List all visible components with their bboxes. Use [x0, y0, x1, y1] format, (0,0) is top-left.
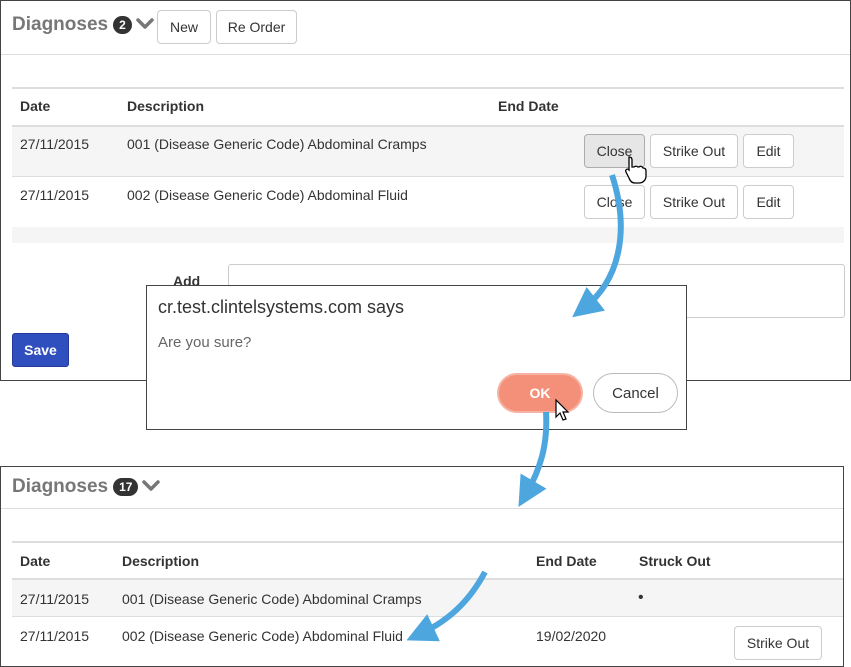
cancel-button[interactable]: Cancel [593, 373, 678, 413]
reorder-button[interactable]: Re Order [216, 10, 297, 44]
divider [1, 508, 843, 509]
chevron-down-icon[interactable] [136, 17, 154, 33]
row-date: 27/11/2015 [20, 187, 90, 203]
row-end-date: 19/02/2020 [536, 628, 607, 644]
dialog-title: cr.test.clintelsystems.com says [158, 297, 405, 317]
count-badge: 2 [113, 16, 132, 34]
strike-out-button[interactable]: Strike Out [650, 134, 738, 168]
page-title: Diagnoses [12, 476, 109, 497]
column-header-date[interactable]: Date [20, 553, 50, 569]
column-header-end-date[interactable]: End Date [498, 98, 559, 114]
row-description: 001 (Disease Generic Code) Abdominal Cra… [122, 591, 422, 607]
edit-button[interactable]: Edit [743, 185, 794, 219]
column-header-description[interactable]: Description [122, 553, 199, 569]
save-button[interactable]: Save [12, 333, 69, 367]
chevron-down-icon[interactable] [142, 479, 161, 495]
column-header-description[interactable]: Description [127, 98, 204, 114]
row-date: 27/11/2015 [20, 136, 90, 152]
divider [12, 541, 843, 543]
dialog-message: Are you sure? [158, 334, 252, 351]
close-button[interactable]: Close [584, 185, 645, 219]
row-description: 002 (Disease Generic Code) Abdominal Flu… [127, 187, 408, 203]
column-header-struck-out[interactable]: Struck Out [639, 553, 711, 569]
strike-out-button[interactable]: Strike Out [734, 626, 822, 660]
column-header-end-date[interactable]: End Date [536, 553, 597, 569]
row-description: 001 (Disease Generic Code) Abdominal Cra… [127, 136, 427, 152]
row-date: 27/11/2015 [20, 591, 90, 607]
page-title: Diagnoses [12, 14, 109, 35]
panel-header: Diagnoses 17 [12, 476, 161, 498]
divider [1, 54, 850, 55]
column-header-date[interactable]: Date [20, 98, 50, 114]
confirm-dialog: cr.test.clintelsystems.com says Are you … [146, 285, 687, 430]
new-button[interactable]: New [157, 10, 211, 44]
close-button[interactable]: Close [584, 134, 645, 168]
strike-out-button[interactable]: Strike Out [650, 185, 738, 219]
divider [12, 87, 844, 89]
divider [12, 176, 844, 177]
struck-out-marker: • [638, 589, 644, 606]
table-footer [12, 227, 844, 243]
diagnoses-panel-bottom: Diagnoses 17 Date Description End Date S… [0, 466, 844, 667]
edit-button[interactable]: Edit [743, 134, 794, 168]
divider [12, 616, 843, 617]
count-badge: 17 [113, 478, 139, 496]
row-date: 27/11/2015 [20, 628, 90, 644]
row-description: 002 (Disease Generic Code) Abdominal Flu… [122, 628, 403, 644]
ok-button[interactable]: OK [497, 373, 583, 413]
panel-header: Diagnoses 2 [12, 14, 154, 36]
